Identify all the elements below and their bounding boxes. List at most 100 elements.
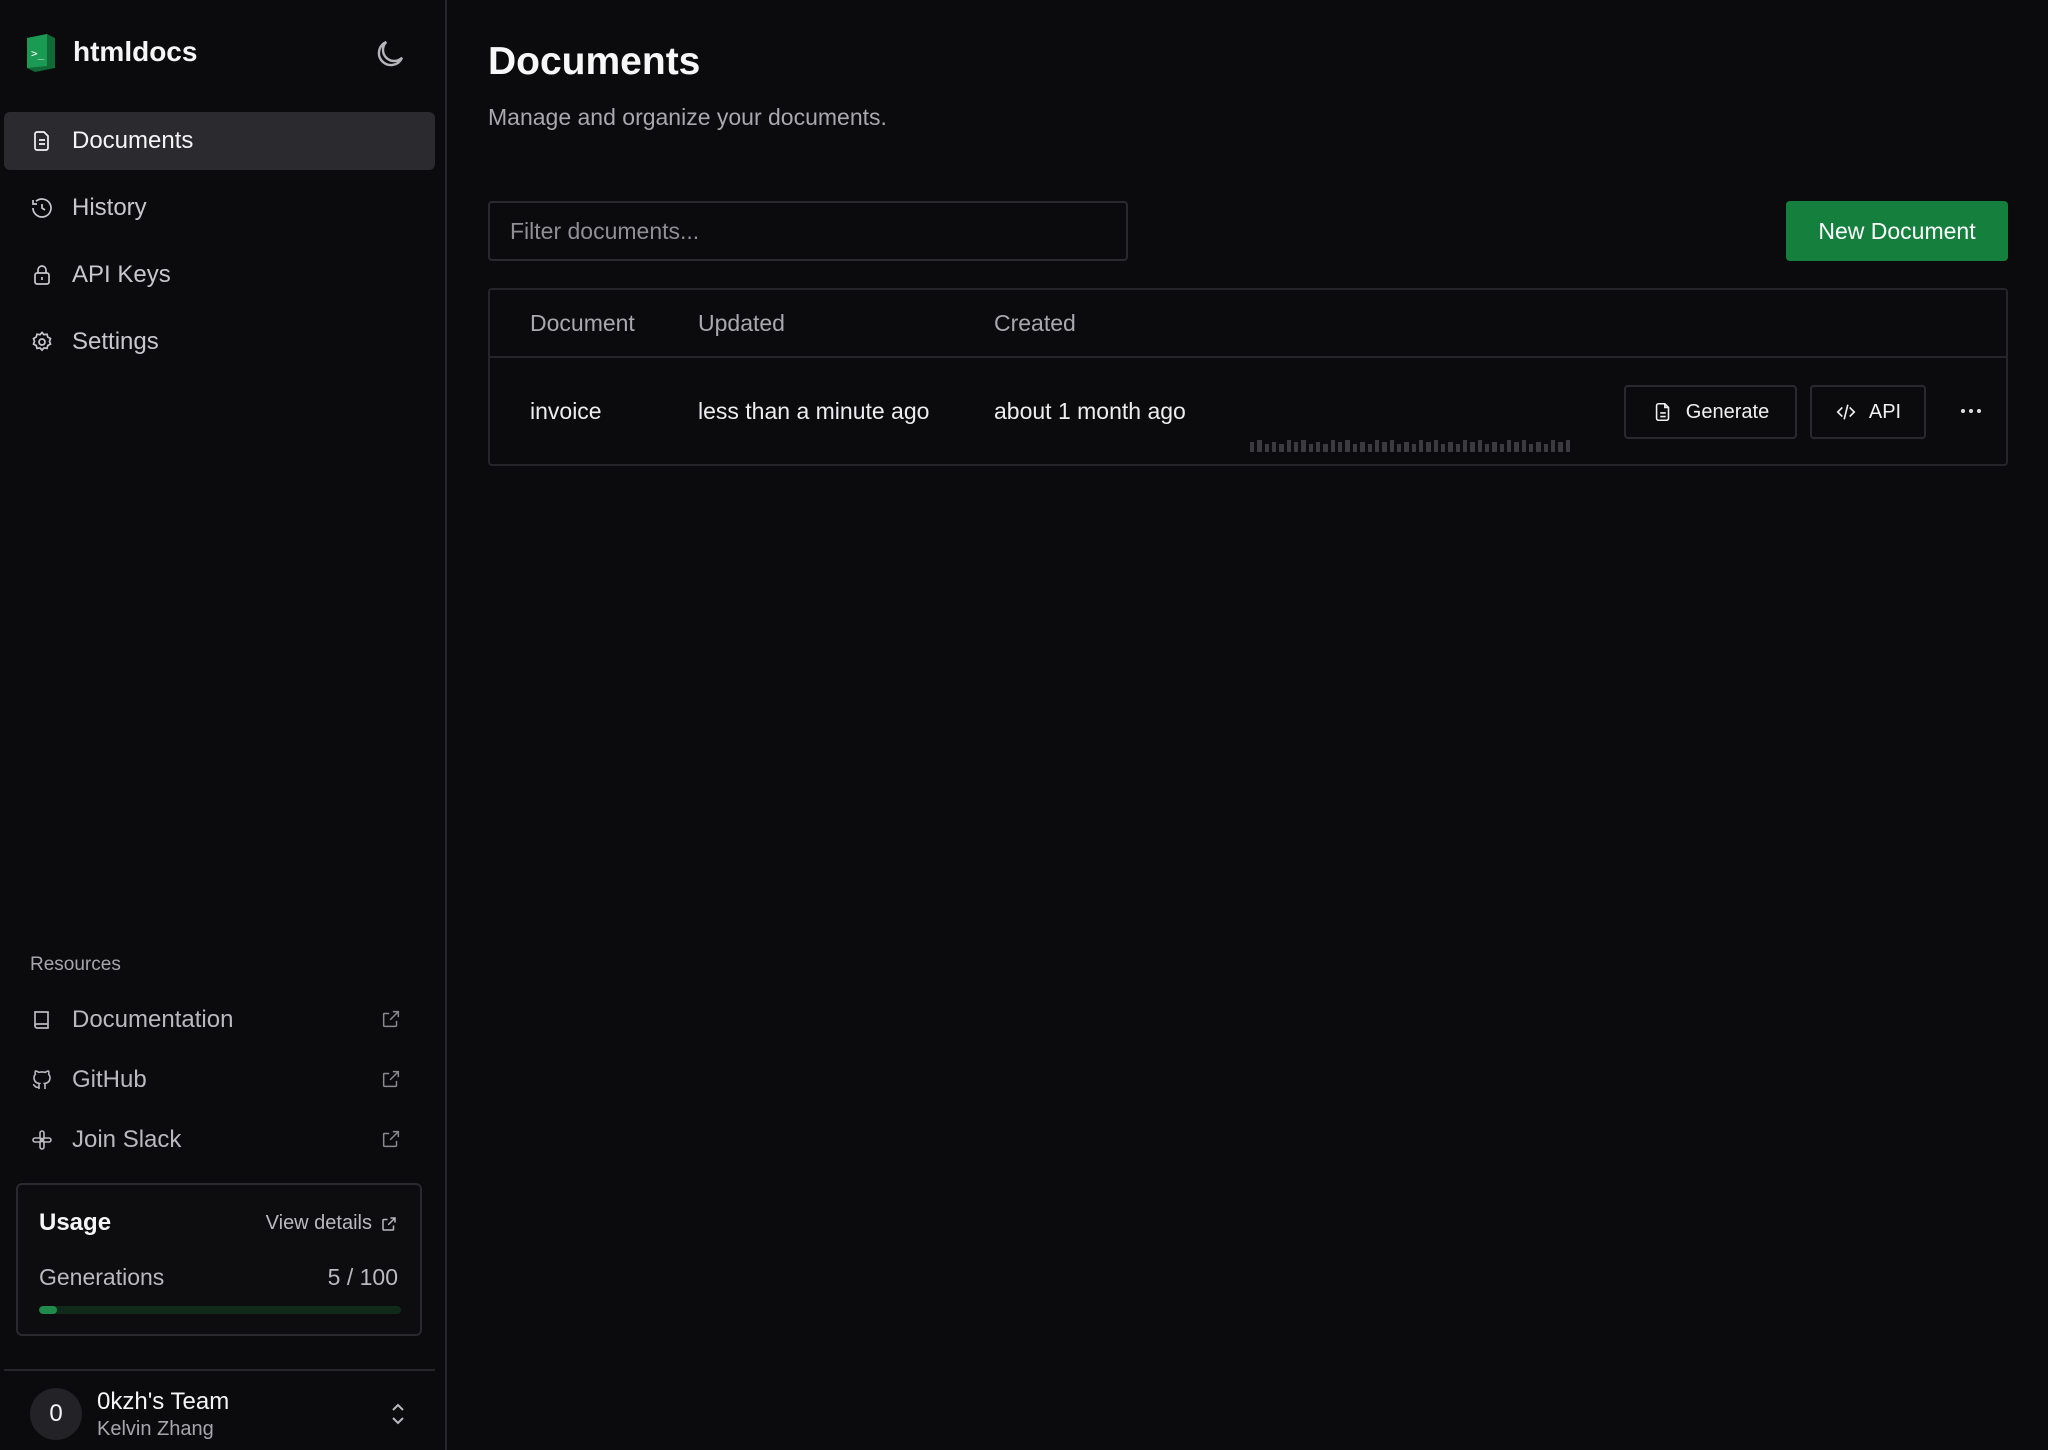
- team-info: 0kzh's Team Kelvin Zhang: [97, 1388, 229, 1441]
- sparkline-bar: [1316, 442, 1321, 452]
- api-button[interactable]: API: [1810, 385, 1926, 439]
- sparkline-bar: [1272, 442, 1277, 452]
- column-header-updated[interactable]: Updated: [698, 310, 785, 337]
- api-label: API: [1868, 400, 1902, 423]
- lock-icon: [34, 265, 50, 285]
- new-document-button[interactable]: New Document: [1786, 201, 2008, 261]
- view-details-label: View details: [265, 1212, 372, 1234]
- sparkline-bar: [1389, 440, 1394, 452]
- sparkline-bar: [1507, 440, 1512, 452]
- brand[interactable]: >_ htmldocs: [23, 32, 197, 72]
- sparkline-bar: [1360, 442, 1365, 452]
- sparkline-bar: [1440, 444, 1446, 452]
- usage-progress-bar: [39, 1306, 401, 1314]
- sparkline-bar: [1470, 442, 1475, 452]
- gear-icon: [32, 331, 52, 352]
- resource-slack[interactable]: Join Slack: [30, 1110, 402, 1170]
- sparkline-bar: [1477, 440, 1482, 452]
- sparkline-bar: [1543, 444, 1549, 452]
- user-name: Kelvin Zhang: [97, 1417, 214, 1440]
- sparkline-bar: [1279, 444, 1284, 452]
- column-header-created[interactable]: Created: [994, 310, 1076, 337]
- chevrons-up-down-icon: [392, 1403, 404, 1425]
- svg-text:>_: >_: [31, 47, 45, 60]
- sparkline-bar: [1521, 440, 1527, 452]
- row-activity-sparkline: [1250, 440, 1571, 452]
- sparkline-bar: [1250, 442, 1255, 452]
- external-link-icon: [382, 1216, 396, 1231]
- page-title: Documents: [488, 40, 701, 83]
- slack-icon: [32, 1130, 52, 1150]
- sparkline-bar: [1565, 440, 1571, 452]
- sparkline-bar: [1418, 440, 1424, 452]
- sparkline-bar: [1558, 442, 1563, 452]
- moon-icon[interactable]: [372, 36, 408, 72]
- sparkline-bar: [1411, 444, 1416, 452]
- resource-label: GitHub: [72, 1066, 147, 1093]
- sparkline-bar: [1286, 440, 1292, 452]
- resources-list: Documentation GitHub Join Slack: [30, 990, 402, 1170]
- sparkline-bar: [1330, 440, 1336, 452]
- sidebar-item-label: History: [72, 194, 147, 221]
- more-options-button[interactable]: [1956, 396, 1986, 426]
- sidebar-item-api-keys[interactable]: API Keys: [4, 246, 435, 304]
- document-icon: [1655, 402, 1670, 422]
- sparkline-bar: [1462, 440, 1468, 452]
- filter-documents-input[interactable]: [488, 201, 1128, 261]
- sparkline-bar: [1338, 442, 1343, 452]
- documents-table: Document Updated Created invoice less th…: [488, 288, 2008, 466]
- divider: [4, 1369, 435, 1371]
- team-switcher[interactable]: 0 0kzh's Team Kelvin Zhang: [30, 1386, 410, 1442]
- external-link-icon: [382, 1010, 400, 1028]
- sparkline-bar: [1448, 442, 1453, 452]
- sidebar-item-label: API Keys: [72, 261, 171, 288]
- sparkline-bar: [1499, 444, 1505, 452]
- sidebar: >_ htmldocs Documents History API Keys S…: [0, 0, 447, 1450]
- created-time: about 1 month ago: [994, 398, 1186, 424]
- github-icon: [32, 1070, 51, 1089]
- sidebar-item-documents[interactable]: Documents: [4, 112, 435, 170]
- column-header-document[interactable]: Document: [530, 310, 635, 337]
- sparkline-bar: [1367, 444, 1372, 452]
- page-subtitle: Manage and organize your documents.: [488, 104, 887, 130]
- sparkline-bar: [1514, 442, 1519, 452]
- sidebar-item-label: Settings: [72, 328, 159, 355]
- book-icon: [34, 1011, 49, 1029]
- generate-button[interactable]: Generate: [1624, 385, 1797, 439]
- usage-title: Usage: [39, 1209, 112, 1236]
- document-name[interactable]: invoice: [530, 398, 602, 425]
- updated-time: less than a minute ago: [698, 398, 930, 424]
- sparkline-bar: [1396, 444, 1402, 452]
- sparkline-bar: [1345, 440, 1350, 452]
- table-header: Document Updated Created: [490, 290, 2006, 358]
- usage-progress-fill: [39, 1306, 58, 1314]
- sparkline-bar: [1301, 440, 1306, 452]
- sparkline-bar: [1352, 444, 1358, 452]
- sidebar-item-history[interactable]: History: [4, 179, 435, 237]
- sparkline-bar: [1308, 444, 1314, 452]
- generations-label: Generations: [39, 1264, 165, 1290]
- sparkline-bar: [1404, 442, 1409, 452]
- resource-label: Join Slack: [72, 1126, 182, 1153]
- sparkline-bar: [1257, 440, 1262, 452]
- resource-github[interactable]: GitHub: [30, 1050, 402, 1110]
- code-icon: [1836, 404, 1856, 420]
- sparkline-bar: [1492, 442, 1497, 452]
- sparkline-bar: [1382, 442, 1387, 452]
- sidebar-item-settings[interactable]: Settings: [4, 313, 435, 371]
- sparkline-bar: [1374, 440, 1380, 452]
- ellipsis-icon: [1961, 409, 1981, 413]
- view-details-link[interactable]: View details: [266, 1212, 398, 1235]
- sparkline-bar: [1551, 440, 1556, 452]
- sparkline-bar: [1264, 444, 1270, 452]
- sparkline-bar: [1426, 442, 1431, 452]
- document-icon: [34, 131, 49, 151]
- sparkline-bar: [1455, 444, 1460, 452]
- sidebar-nav: Documents History API Keys Settings: [4, 112, 435, 380]
- resource-documentation[interactable]: Documentation: [30, 990, 402, 1050]
- resources-heading: Resources: [30, 954, 121, 975]
- app-name: htmldocs: [73, 36, 198, 67]
- sparkline-bar: [1323, 444, 1328, 452]
- sparkline-bar: [1433, 440, 1438, 452]
- sparkline-bar: [1529, 444, 1534, 452]
